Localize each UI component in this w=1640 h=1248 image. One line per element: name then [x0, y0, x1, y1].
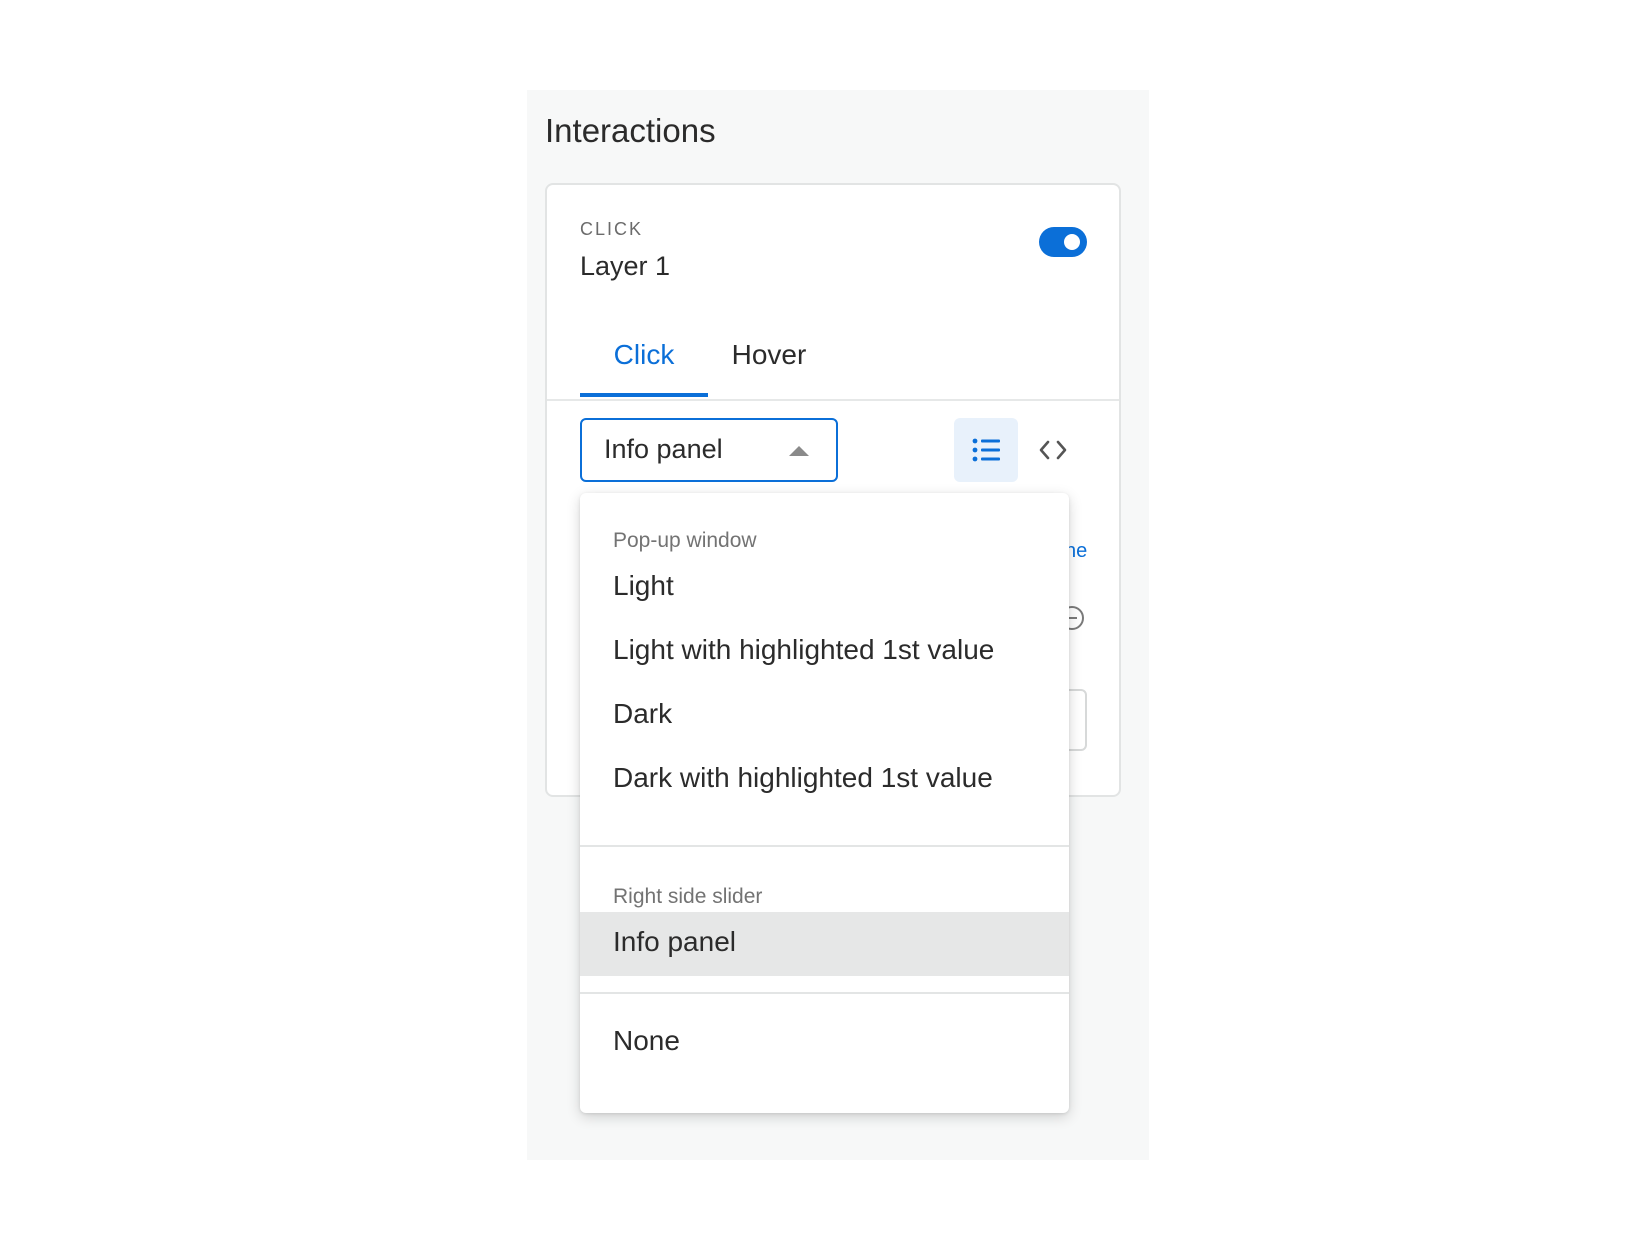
interaction-tabs: Click Hover	[547, 335, 1119, 401]
select-value: Info panel	[604, 434, 723, 464]
menu-item-label: Light	[613, 570, 674, 601]
menu-item-light-highlighted[interactable]: Light with highlighted 1st value	[580, 620, 1069, 684]
menu-item-none[interactable]: None	[580, 1011, 1069, 1075]
menu-item-label: Dark	[613, 698, 673, 729]
tooltip-type-dropdown: Pop-up window Light Light with highlight…	[580, 493, 1069, 1113]
list-icon	[972, 438, 1000, 462]
menu-item-dark-highlighted[interactable]: Dark with highlighted 1st value	[580, 748, 1069, 812]
group-label-popup: Pop-up window	[613, 529, 757, 552]
layer-name: Layer 1	[580, 251, 671, 281]
menu-divider	[580, 992, 1069, 994]
menu-item-label: None	[613, 1025, 680, 1056]
menu-item-label: Light with highlighted 1st value	[613, 634, 995, 665]
menu-item-info-panel[interactable]: Info panel	[580, 912, 1069, 976]
code-view-button[interactable]	[1021, 418, 1085, 482]
toggle-knob	[1064, 234, 1080, 250]
tooltip-type-select[interactable]: Info panel	[580, 418, 838, 482]
menu-item-label: Dark with highlighted 1st value	[613, 762, 993, 793]
group-label-slider: Right side slider	[613, 885, 763, 908]
menu-divider	[580, 845, 1069, 847]
menu-item-dark[interactable]: Dark	[580, 684, 1069, 748]
caret-up-icon	[789, 446, 809, 456]
tab-click[interactable]: Click	[580, 335, 708, 397]
interaction-type-label: CLICK	[580, 219, 644, 239]
menu-item-label: Info panel	[613, 926, 736, 957]
code-icon	[1039, 440, 1067, 460]
list-view-button[interactable]	[954, 418, 1018, 482]
panel-title: Interactions	[545, 112, 716, 149]
menu-item-light[interactable]: Light	[580, 556, 1069, 620]
interaction-toggle[interactable]	[1039, 227, 1087, 257]
tab-hover[interactable]: Hover	[724, 335, 814, 397]
